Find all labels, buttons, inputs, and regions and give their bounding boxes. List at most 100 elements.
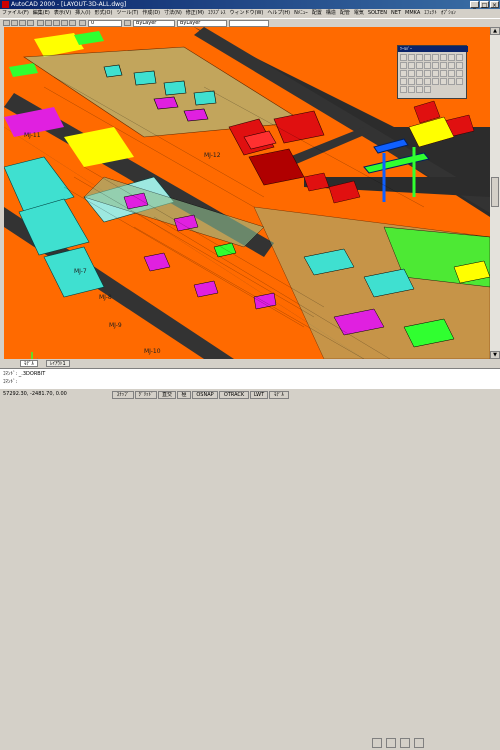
block-icon[interactable] [456, 54, 463, 61]
hatch-icon[interactable] [440, 54, 447, 61]
stretch-icon[interactable] [416, 70, 423, 77]
pan-nav-icon[interactable] [399, 738, 410, 748]
erase-icon[interactable] [400, 70, 407, 77]
menu-electric[interactable]: 電気 [352, 9, 366, 18]
properties-icon[interactable] [456, 78, 463, 85]
menu-options[interactable]: ｵﾌﾟｼｮﾝ [439, 9, 458, 18]
rectangle-icon[interactable] [432, 54, 439, 61]
lwt-toggle[interactable]: LWT [250, 391, 268, 399]
undo-icon[interactable] [61, 20, 68, 26]
line-icon[interactable] [400, 54, 407, 61]
dim-icon[interactable] [408, 86, 415, 93]
menu-structure[interactable]: 構造 [324, 9, 338, 18]
model-toggle[interactable]: ﾓﾃﾞﾙ [269, 391, 289, 399]
orbit-icon[interactable] [416, 78, 423, 85]
circle-icon[interactable] [416, 54, 423, 61]
new-icon[interactable] [3, 20, 10, 26]
scroll-thumb[interactable] [491, 177, 499, 207]
menu-custom-n[interactable]: Nﾒﾆｭｰ [292, 9, 310, 18]
pan-icon[interactable] [408, 78, 415, 85]
close-button[interactable]: × [490, 1, 499, 9]
layer-manager-icon[interactable] [79, 20, 86, 26]
polyline-icon[interactable] [408, 54, 415, 61]
tab-layout1[interactable]: ﾚｲｱｳﾄ1 [46, 360, 70, 367]
ortho-toggle[interactable]: 直交 [158, 391, 176, 399]
chamfer-icon[interactable] [432, 70, 439, 77]
zoom-icon[interactable] [400, 78, 407, 85]
menu-piping[interactable]: 配管 [338, 9, 352, 18]
menu-mmka[interactable]: MMKA [403, 9, 422, 18]
snap-toggle[interactable]: ｽﾅｯﾌﾟ [112, 391, 134, 399]
command-prompt[interactable]: ｺﾏﾝﾄﾞ: [3, 379, 17, 385]
menu-window[interactable]: ウィンドウ(W) [228, 9, 266, 18]
join-icon[interactable] [456, 70, 463, 77]
maximize-button[interactable]: □ [480, 1, 489, 9]
menu-layout[interactable]: 配置 [310, 9, 324, 18]
zoom-in-icon[interactable] [372, 738, 382, 748]
trim-icon[interactable] [448, 62, 455, 69]
copy-object-icon[interactable] [408, 62, 415, 69]
redo-icon[interactable] [69, 20, 76, 26]
layer-dropdown[interactable]: 0 [88, 20, 122, 27]
menu-net[interactable]: NET [389, 9, 403, 18]
minimize-button[interactable]: _ [470, 1, 479, 9]
menu-dimension[interactable]: 寸法(N) [162, 9, 184, 18]
scroll-down-icon[interactable]: ▼ [490, 351, 500, 359]
save-icon[interactable] [19, 20, 26, 26]
shade-icon[interactable] [424, 78, 431, 85]
menu-insert[interactable]: 挿入(I) [73, 9, 92, 18]
orbit-nav-icon[interactable] [413, 738, 424, 748]
measure-icon[interactable] [416, 86, 423, 93]
make-current-icon[interactable] [124, 20, 131, 26]
view-icon[interactable] [448, 78, 455, 85]
linetype-dropdown[interactable]: ByLayer [177, 20, 227, 27]
mirror-icon[interactable] [432, 62, 439, 69]
menu-help[interactable]: ヘルプ(H) [265, 9, 292, 18]
scale-icon[interactable] [424, 62, 431, 69]
vertical-scrollbar[interactable]: ▲ ▼ [490, 27, 500, 359]
cut-icon[interactable] [37, 20, 44, 26]
command-line[interactable]: ｺﾏﾝﾄﾞ: _.3DORBIT ｺﾏﾝﾄﾞ: [0, 368, 500, 748]
floating-toolbar[interactable]: ﾂｰﾙﾊﾞｰ [397, 45, 468, 99]
color-dropdown[interactable]: ByLayer [133, 20, 175, 27]
menu-modify[interactable]: 修正(M) [184, 9, 206, 18]
print-icon[interactable] [27, 20, 34, 26]
offset-icon[interactable] [440, 62, 447, 69]
fillet-icon[interactable] [424, 70, 431, 77]
menu-edit[interactable]: 編集(E) [31, 9, 52, 18]
xref-icon[interactable] [424, 86, 431, 93]
paste-icon[interactable] [53, 20, 60, 26]
ucs-tool-icon[interactable] [440, 78, 447, 85]
array-icon[interactable] [408, 70, 415, 77]
extend-icon[interactable] [456, 62, 463, 69]
menu-effect[interactable]: ｴﾌｪｸﾄ [422, 9, 439, 18]
render-icon[interactable] [432, 78, 439, 85]
grid-toggle[interactable]: ｸﾞﾘｯﾄﾞ [135, 391, 157, 399]
menu-express[interactable]: ｴｸｽﾌﾟﾚｽ [206, 9, 228, 18]
break-icon[interactable] [448, 70, 455, 77]
lineweight-dropdown[interactable] [229, 20, 269, 27]
otrack-toggle[interactable]: OTRACK [219, 391, 249, 399]
floating-toolbar-title[interactable]: ﾂｰﾙﾊﾞｰ [398, 46, 468, 52]
move-icon[interactable] [400, 62, 407, 69]
scroll-up-icon[interactable]: ▲ [490, 27, 500, 35]
copy-icon[interactable] [45, 20, 52, 26]
viewport-nav-controls[interactable] [372, 738, 424, 750]
menu-draw[interactable]: 作成(D) [140, 9, 162, 18]
menu-tools[interactable]: ツール(T) [114, 9, 140, 18]
zoom-out-icon[interactable] [385, 738, 396, 748]
tab-model[interactable]: ﾓﾃﾞﾙ [20, 360, 39, 367]
text-icon[interactable] [448, 54, 455, 61]
rotate-icon[interactable] [416, 62, 423, 69]
layer-tool-icon[interactable] [400, 86, 407, 93]
explode-icon[interactable] [440, 70, 447, 77]
polar-toggle[interactable]: 極 [177, 391, 191, 399]
autocad-app-icon[interactable] [2, 1, 9, 8]
open-icon[interactable] [11, 20, 18, 26]
osnap-toggle[interactable]: OSNAP [192, 391, 218, 399]
menu-solten[interactable]: SOLTEN [366, 9, 389, 18]
menu-file[interactable]: ファイル(F) [0, 9, 31, 18]
menu-format[interactable]: 形式(O) [93, 9, 115, 18]
arc-icon[interactable] [424, 54, 431, 61]
menu-view[interactable]: 表示(V) [52, 9, 73, 18]
